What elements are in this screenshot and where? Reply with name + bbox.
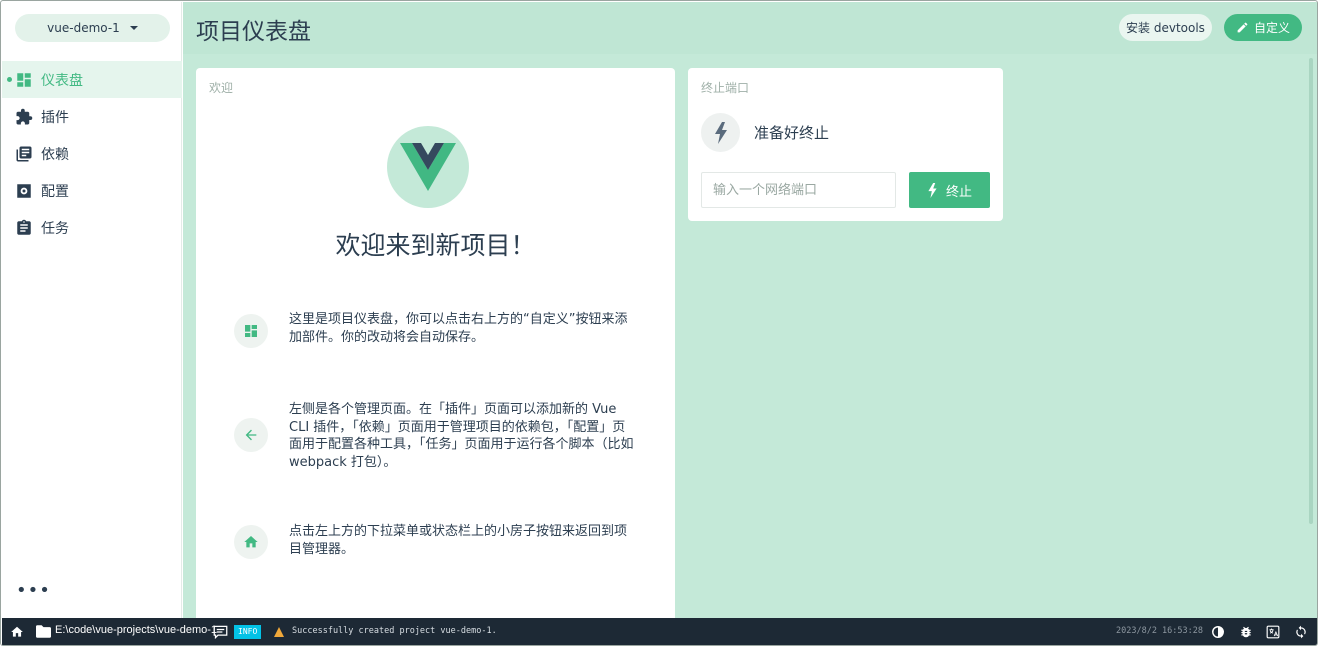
sidebar-item-dashboard[interactable]: 仪表盘	[2, 61, 182, 98]
log-level-badge: INFO	[234, 625, 262, 639]
project-selector[interactable]: vue-demo-1	[15, 14, 170, 42]
customize-button[interactable]: 自定义	[1224, 14, 1302, 41]
main-content: 项目仪表盘 安装 devtools 自定义 欢迎 欢迎来到新项目！ 这里是项目仪…	[183, 2, 1317, 628]
sidebar-item-dependencies[interactable]: 依赖	[2, 135, 182, 172]
sidebar-item-label: 任务	[41, 220, 69, 237]
kill-port-card-title: 终止端口	[701, 81, 750, 95]
translate-icon[interactable]	[1266, 625, 1280, 639]
bug-report-icon[interactable]	[1239, 625, 1253, 639]
kill-port-status: 准备好终止	[701, 113, 829, 152]
welcome-heading: 欢迎来到新项目！	[335, 231, 536, 260]
install-devtools-button[interactable]: 安装 devtools	[1119, 14, 1212, 41]
sidebar-item-plugins[interactable]: 插件	[2, 98, 182, 135]
kill-port-widget: 终止端口 准备好终止 终止	[688, 68, 1003, 221]
dashboard-icon	[15, 71, 33, 89]
lightning-bolt-icon	[701, 113, 740, 152]
library-books-icon	[15, 145, 33, 163]
clipboard-icon	[15, 219, 33, 237]
tip-text: 点击左上方的下拉菜单或状态栏上的小房子按钮来返回到项目管理器。	[289, 524, 628, 557]
port-input[interactable]	[701, 172, 896, 208]
more-menu-button[interactable]: •••	[16, 582, 51, 600]
caret-down-icon	[129, 26, 138, 30]
kill-port-status-label: 准备好终止	[754, 124, 830, 142]
project-name: vue-demo-1	[47, 21, 120, 35]
log-timestamp: 2023/8/2 16:53:28	[1116, 626, 1203, 636]
topbar: 项目仪表盘 安装 devtools 自定义	[183, 2, 1317, 54]
welcome-card-title: 欢迎	[209, 81, 234, 95]
refresh-icon[interactable]	[1294, 625, 1308, 639]
puzzle-icon	[15, 108, 33, 126]
home-icon[interactable]	[10, 625, 24, 639]
lightning-bolt-icon	[928, 182, 937, 198]
kill-port-button[interactable]: 终止	[909, 172, 990, 208]
kill-port-button-label: 终止	[945, 184, 972, 200]
home-icon	[234, 525, 268, 559]
log-type-icon	[274, 627, 284, 637]
sidebar-nav: 仪表盘 插件 依赖 配置 任务	[2, 61, 182, 246]
customize-label: 自定义	[1253, 21, 1290, 35]
settings-icon	[15, 182, 33, 200]
console-log-icon[interactable]	[213, 625, 228, 639]
status-bar: E:\code\vue-projects\vue-demo-1 INFO Suc…	[2, 618, 1317, 645]
sidebar: vue-demo-1 仪表盘 插件 依赖 配置 任务 •••	[2, 2, 182, 618]
pencil-icon	[1237, 22, 1248, 33]
vertical-scrollbar[interactable]	[1309, 58, 1313, 524]
active-indicator	[7, 77, 12, 82]
tip-text: 左侧是各个管理页面。在「插件」页面可以添加新的 Vue CLI 插件，「依赖」页…	[289, 402, 634, 470]
tip-text: 这里是项目仪表盘，你可以点击右上方的“自定义”按钮来添加部件。你的改动将会自动保…	[289, 312, 628, 345]
folder-icon[interactable]	[36, 625, 51, 638]
dashboard-icon	[234, 314, 268, 348]
sidebar-item-configuration[interactable]: 配置	[2, 172, 182, 209]
dark-mode-icon[interactable]	[1211, 625, 1225, 639]
log-message[interactable]: Successfully created project vue-demo-1.	[292, 626, 497, 636]
project-path[interactable]: E:\code\vue-projects\vue-demo-1	[55, 624, 217, 636]
sidebar-item-label: 插件	[41, 109, 69, 126]
welcome-widget: 欢迎 欢迎来到新项目！ 这里是项目仪表盘，你可以点击右上方的“自定义”按钮来添加…	[196, 68, 675, 628]
app-window: vue-demo-1 仪表盘 插件 依赖 配置 任务 ••• 项目仪表盘 安装 …	[0, 0, 1318, 646]
sidebar-item-label: 配置	[41, 183, 69, 200]
sidebar-item-tasks[interactable]: 任务	[2, 209, 182, 246]
vue-logo	[387, 126, 469, 208]
sidebar-item-label: 仪表盘	[41, 72, 83, 89]
arrow-left-icon	[234, 418, 268, 452]
sidebar-item-label: 依赖	[41, 146, 69, 163]
page-title: 项目仪表盘	[196, 19, 311, 45]
